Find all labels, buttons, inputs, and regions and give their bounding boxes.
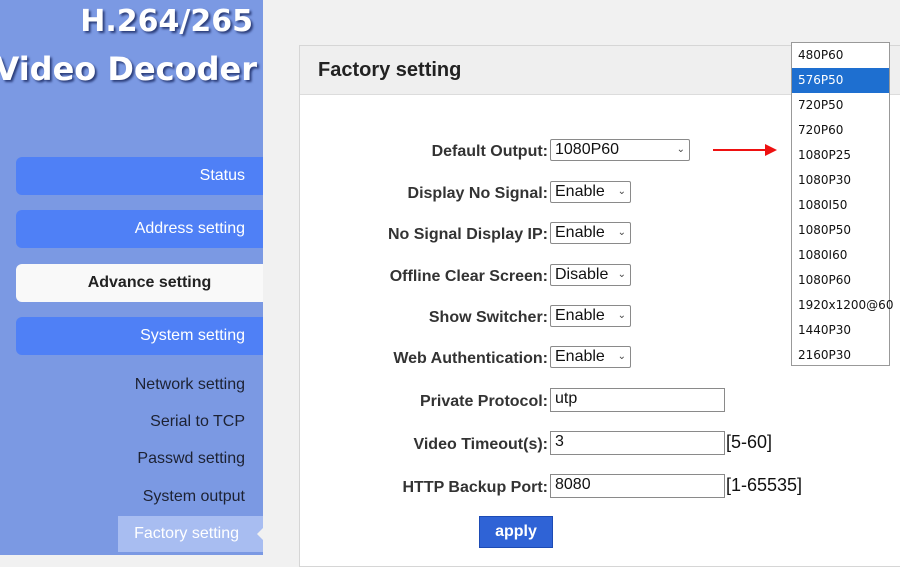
label-default-output: Default Output: [431, 143, 548, 160]
dropdown-option[interactable]: 720P60 [792, 118, 889, 143]
dropdown-option[interactable]: 480P60 [792, 43, 889, 68]
subnav-factory-setting[interactable]: Factory setting [118, 516, 263, 552]
display-no-signal-select[interactable]: Enable ⌄ [550, 181, 631, 203]
subnav-serial-to-tcp[interactable]: Serial to TCP [150, 413, 245, 431]
dropdown-option[interactable]: 1080P50 [792, 218, 889, 243]
chevron-down-icon: ⌄ [617, 269, 626, 280]
row-offline-clear-screen: Offline Clear Screen: [0, 265, 548, 289]
dropdown-option[interactable]: 1080I50 [792, 193, 889, 218]
display-no-signal-value: Enable [555, 183, 605, 200]
red-arrow-icon [713, 144, 777, 156]
row-video-timeout: Video Timeout(s): [0, 433, 548, 457]
label-offline-clear-screen: Offline Clear Screen: [389, 268, 548, 285]
dropdown-option[interactable]: 1920x1200@60 [792, 293, 893, 318]
dropdown-option[interactable]: 1080I60 [792, 243, 889, 268]
label-web-authentication: Web Authentication: [393, 350, 548, 367]
show-switcher-select[interactable]: Enable ⌄ [550, 305, 631, 327]
chevron-down-icon: ⌄ [676, 144, 685, 155]
offline-clear-screen-select[interactable]: Disable ⌄ [550, 264, 631, 286]
label-video-timeout: Video Timeout(s): [413, 436, 548, 453]
chevron-down-icon: ⌄ [617, 310, 626, 321]
row-show-switcher: Show Switcher: [0, 306, 548, 330]
http-backup-port-range-hint: [1-65535] [726, 475, 803, 495]
label-display-no-signal: Display No Signal: [407, 185, 548, 202]
label-private-protocol: Private Protocol: [419, 393, 548, 410]
row-private-protocol: Private Protocol: [0, 390, 548, 414]
row-display-no-signal: Display No Signal: [0, 182, 548, 206]
default-output-select[interactable]: 1080P60 ⌄ [550, 139, 690, 161]
dropdown-option[interactable]: 1080P30 [792, 168, 889, 193]
brand-title-line1: H.264/265 [80, 4, 253, 39]
row-default-output: Default Output: [0, 140, 548, 164]
dropdown-option[interactable]: 1080P60 [792, 268, 889, 293]
brand-title-line2: Video Decoder [0, 50, 257, 88]
label-http-backup-port: HTTP Backup Port: [402, 479, 549, 496]
video-timeout-range-hint: [5-60] [726, 432, 773, 452]
offline-clear-screen-value: Disable [555, 266, 609, 283]
chevron-down-icon: ⌄ [617, 227, 626, 238]
web-authentication-select[interactable]: Enable ⌄ [550, 346, 631, 368]
private-protocol-input[interactable]: utp [550, 388, 725, 412]
dropdown-option-selected[interactable]: 576P50 [792, 68, 889, 93]
label-no-signal-display-ip: No Signal Display IP: [387, 226, 548, 243]
row-web-authentication: Web Authentication: [0, 347, 548, 371]
dropdown-option[interactable]: 720P50 [792, 93, 889, 118]
video-timeout-input[interactable]: 3 [550, 431, 725, 455]
label-show-switcher: Show Switcher: [428, 309, 548, 326]
apply-button[interactable]: apply [479, 516, 553, 548]
web-authentication-value: Enable [555, 348, 605, 365]
row-http-backup-port: HTTP Backup Port: [0, 476, 549, 500]
chevron-down-icon: ⌄ [617, 351, 626, 362]
dropdown-option[interactable]: 2160P30 [792, 343, 889, 368]
dropdown-option[interactable]: 1440P30 [792, 318, 889, 343]
default-output-dropdown-list[interactable]: 480P60 576P50 720P50 720P60 1080P25 1080… [791, 42, 893, 368]
show-switcher-value: Enable [555, 307, 605, 324]
no-signal-display-ip-value: Enable [555, 224, 605, 241]
chevron-down-icon: ⌄ [617, 186, 626, 197]
http-backup-port-input[interactable]: 8080 [550, 474, 725, 498]
row-no-signal-display-ip: No Signal Display IP: [0, 223, 548, 247]
dropdown-option[interactable]: 1080P25 [792, 143, 889, 168]
default-output-value: 1080P60 [555, 141, 620, 158]
no-signal-display-ip-select[interactable]: Enable ⌄ [550, 222, 631, 244]
